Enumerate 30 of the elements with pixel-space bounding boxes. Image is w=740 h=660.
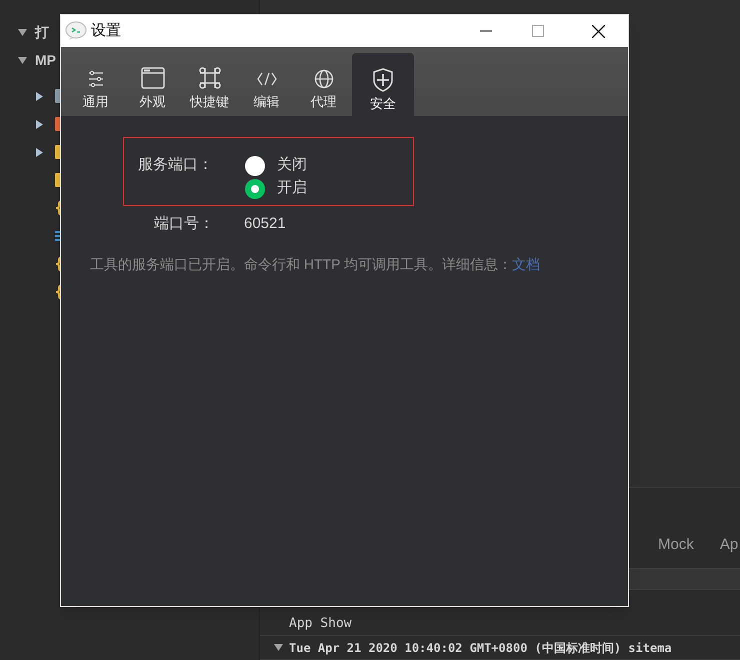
caret-icon	[36, 92, 43, 100]
radio-option[interactable]: 关闭	[245, 155, 307, 176]
shield-icon	[373, 68, 393, 92]
radio-button[interactable]	[245, 178, 265, 198]
window-icon	[140, 67, 164, 89]
window-title: 设置	[91, 20, 121, 41]
settings-tab[interactable]: 代理	[295, 53, 352, 116]
section-label[interactable]: 打	[35, 22, 49, 42]
caret-icon	[36, 120, 43, 128]
command-icon	[198, 67, 220, 89]
panel-tab[interactable]: Ap	[720, 534, 738, 556]
field-label: 服务端口：	[138, 155, 214, 175]
settings-tab[interactable]: 外观	[124, 53, 181, 116]
settings-tab[interactable]: 快捷键	[181, 53, 238, 116]
panel-tab[interactable]: Mock	[658, 534, 694, 556]
radio-button[interactable]	[245, 156, 265, 176]
description-text: 工具的服务端口已开启。命令行和 HTTP 均可调用工具。详细信息：文档	[90, 256, 540, 272]
field-label: 端口号：	[154, 214, 215, 234]
settings-tab[interactable]: 安全	[352, 53, 414, 116]
caret-icon	[36, 148, 43, 156]
port-number: 60521	[244, 214, 286, 234]
globe-icon	[314, 69, 334, 89]
log-text: App Show	[289, 614, 352, 633]
section-label[interactable]: MP	[35, 50, 56, 70]
log-text: Tue Apr 21 2020 10:40:02 GMT+0800 (中国标准时间) sitema	[289, 640, 672, 656]
app-icon	[65, 21, 87, 41]
settings-tab[interactable]: 编辑	[238, 53, 295, 116]
radio-option[interactable]: 开启	[245, 178, 307, 199]
close-icon[interactable]	[592, 24, 605, 38]
settings-tab[interactable]: 通用	[67, 53, 124, 116]
